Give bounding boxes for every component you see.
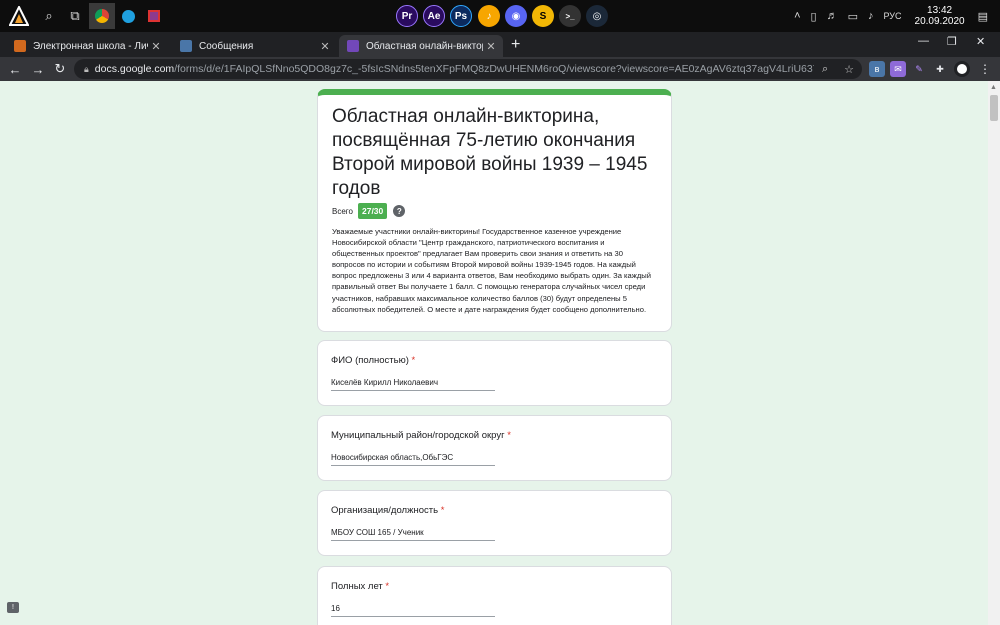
form-description: Уважаемые участники онлайн-викторины! Го… <box>332 227 651 314</box>
zoom-icon[interactable]: ⌕ <box>822 63 828 76</box>
question-card-age: Полных лет * 16 <box>317 566 672 625</box>
vk-extension-icon[interactable]: в <box>869 61 885 77</box>
maximize-button[interactable]: ❐ <box>947 35 957 48</box>
feather-extension-icon[interactable]: ✎ <box>911 61 927 77</box>
form-header-card: Областная онлайн-викторина, посвящённая … <box>317 89 672 332</box>
terminal-icon[interactable]: >_ <box>559 5 581 27</box>
close-icon[interactable]: ✕ <box>317 40 333 53</box>
bookmark-star-icon[interactable]: ☆ <box>844 63 854 76</box>
browser-toolbar: ← → ↻ 🔒︎ docs.google.com/forms/d/e/1FAIp… <box>0 57 1000 81</box>
mail-extension-icon[interactable]: ✉ <box>890 61 906 77</box>
scroll-thumb[interactable] <box>990 95 998 121</box>
required-marker: * <box>507 430 511 441</box>
tab-title: Сообщения <box>199 40 254 52</box>
extensions-puzzle-icon[interactable]: ✚ <box>932 61 948 77</box>
feedback-icon[interactable]: ! <box>7 602 19 613</box>
window-close-button[interactable]: ✕ <box>976 35 985 48</box>
microphone-icon[interactable]: ♬ <box>827 10 838 22</box>
chevron-up-icon[interactable]: ˄ <box>794 10 800 22</box>
score-row: Всего 27/30 ? <box>332 203 657 219</box>
close-icon[interactable]: ✕ <box>148 40 164 53</box>
question-label: Муниципальный район/городской округ * <box>331 430 511 441</box>
tab-messages[interactable]: Сообщения ✕ <box>172 35 337 57</box>
clock[interactable]: 13:42 20.09.2020 <box>915 5 965 27</box>
question-label: Полных лет * <box>331 581 390 592</box>
winrar-icon[interactable] <box>141 3 167 29</box>
tab-school[interactable]: Электронная школа - Личный к ✕ <box>6 35 168 57</box>
close-icon[interactable]: ✕ <box>483 40 499 53</box>
app-s-icon[interactable]: S <box>532 5 554 27</box>
profile-avatar-icon[interactable] <box>954 61 970 77</box>
lock-icon[interactable]: 🔒︎ <box>84 64 89 75</box>
search-icon[interactable]: ⌕ <box>36 3 62 29</box>
tab-quiz[interactable]: Областная онлайн-викторина, п ✕ <box>339 35 503 57</box>
required-marker: * <box>385 581 390 592</box>
steam-icon[interactable]: ◎ <box>586 5 608 27</box>
language-indicator[interactable]: РУС <box>884 11 902 21</box>
menu-icon[interactable]: ⋮ <box>977 61 993 77</box>
answer-text: МБОУ СОШ 165 / Ученик <box>331 528 495 541</box>
required-marker: * <box>440 505 445 516</box>
fl-studio-icon[interactable]: ♪ <box>478 5 500 27</box>
task-view-icon[interactable]: ⧉ <box>62 3 88 29</box>
clock-date: 20.09.2020 <box>914 16 965 27</box>
volume-icon[interactable]: ♪ <box>868 10 874 22</box>
notifications-icon[interactable]: ▤ <box>978 10 988 23</box>
premiere-pro-icon[interactable]: Pr <box>396 5 418 27</box>
school-favicon-icon <box>14 40 26 52</box>
discord-icon[interactable]: ◉ <box>505 5 527 27</box>
photoshop-icon[interactable]: Ps <box>450 5 472 27</box>
chrome-icon[interactable] <box>89 3 115 29</box>
score-badge: 27/30 <box>357 203 388 219</box>
form-page: Областная онлайн-викторина, посвящённая … <box>0 81 988 625</box>
answer-text: 16 <box>331 604 495 617</box>
forms-favicon-icon <box>347 40 359 52</box>
form-title: Областная онлайн-викторина, посвящённая … <box>332 106 648 199</box>
required-marker: * <box>411 355 416 366</box>
score-label: Всего <box>332 206 353 216</box>
question-label: Организация/должность * <box>331 505 445 516</box>
battery-icon[interactable]: ▯ <box>811 10 817 23</box>
url-text[interactable]: docs.google.com/forms/d/e/1FAIpQLSfNno5Q… <box>95 63 814 75</box>
answer-text: Новосибирская область,ОбьГЭС <box>331 453 495 466</box>
minimize-button[interactable]: — <box>918 35 929 47</box>
tab-title: Электронная школа - Личный к <box>33 40 148 52</box>
start-logo-icon[interactable] <box>6 3 32 29</box>
tab-title: Областная онлайн-викторина, п <box>366 40 483 52</box>
clock-time: 13:42 <box>927 5 953 16</box>
question-label: ФИО (полностью) * <box>331 355 416 366</box>
network-icon[interactable]: ▭ <box>848 10 858 23</box>
answer-text: Киселёв Кирилл Николаевич <box>331 378 495 391</box>
url-host: docs.google.com <box>94 63 175 75</box>
edge-icon[interactable] <box>115 3 141 29</box>
scroll-up-arrow-icon[interactable]: ▲ <box>990 84 997 91</box>
reload-button[interactable]: ↻ <box>51 60 69 78</box>
url-path: /forms/d/e/1FAIpQLSfNno5QDO8gz7c_-5fsIcS… <box>174 63 814 75</box>
address-bar[interactable]: 🔒︎ docs.google.com/forms/d/e/1FAIpQLSfNn… <box>74 59 862 79</box>
question-card-district: Муниципальный район/городской округ * Но… <box>317 415 672 481</box>
taskbar: ⌕ ⧉ Pr Ae Ps ♪ ◉ S >_ ◎ ˄ ▯ ♬ ▭ ♪ РУС 13… <box>0 0 1000 32</box>
after-effects-icon[interactable]: Ae <box>423 5 445 27</box>
tab-strip: Электронная школа - Личный к ✕ Сообщения… <box>0 32 1000 57</box>
question-card-fio: ФИО (полностью) * Киселёв Кирилл Николае… <box>317 340 672 406</box>
question-card-organization: Организация/должность * МБОУ СОШ 165 / У… <box>317 490 672 556</box>
messages-favicon-icon <box>180 40 192 52</box>
new-tab-button[interactable]: + <box>511 36 520 54</box>
page-scrollbar[interactable]: ▲ <box>988 81 1000 625</box>
help-icon[interactable]: ? <box>393 205 406 217</box>
back-button[interactable]: ← <box>6 60 24 78</box>
forward-button[interactable]: → <box>29 60 47 78</box>
